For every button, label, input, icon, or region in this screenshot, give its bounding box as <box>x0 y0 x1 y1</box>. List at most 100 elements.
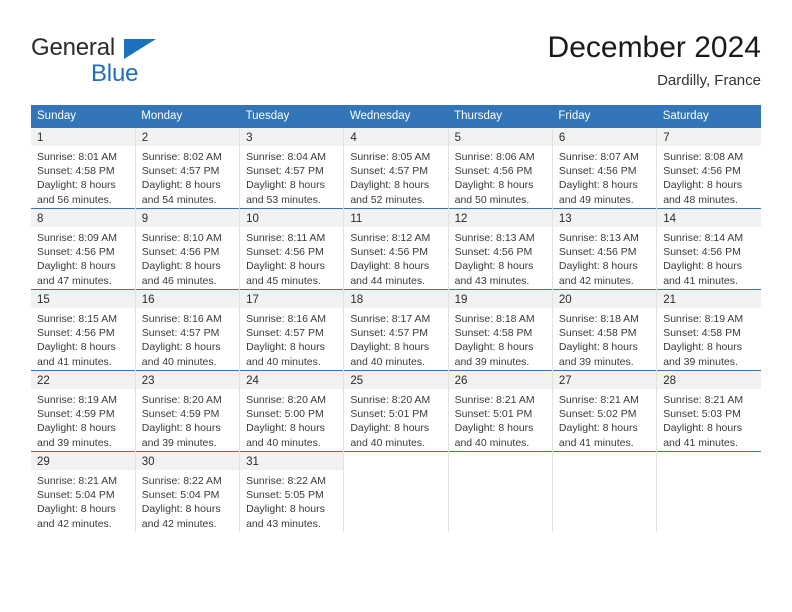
daylight-text-line2: and 45 minutes. <box>246 274 321 287</box>
daylight-text-line1: Daylight: 8 hours <box>454 179 534 192</box>
calendar-day-details: Sunrise: 8:06 AM Sunset: 4:56 PM Daylight:… <box>449 146 552 207</box>
calendar-day-number: 17 <box>240 290 344 308</box>
calendar-day-details: Sunrise: 8:13 AM Sunset: 4:56 PM Daylight:… <box>553 227 656 288</box>
brand-logo-top: General <box>31 34 261 62</box>
sunrise-text: Sunrise: 8:17 AM <box>350 313 431 325</box>
calendar-day-cell[interactable]: 17 Sunrise: 8:16 AM Sunset: 4:57 PM Dayligh… <box>239 289 344 371</box>
daylight-text-line2: and 46 minutes. <box>141 274 217 287</box>
calendar-day-cell[interactable]: 15 Sunrise: 8:15 AM Sunset: 4:56 PM Dayligh… <box>31 289 136 371</box>
daylight-text-line1: Daylight: 8 hours <box>350 422 430 435</box>
sunrise-text: Sunrise: 8:18 AM <box>558 313 639 325</box>
daylight-text-line1: Daylight: 8 hours <box>663 260 742 273</box>
calendar-day-cell[interactable]: 14 Sunrise: 8:14 AM Sunset: 4:56 PM Dayligh… <box>656 208 761 290</box>
calendar-day-number <box>449 452 552 470</box>
calendar-day-cell[interactable]: 25 Sunrise: 8:20 AM Sunset: 5:01 PM Dayligh… <box>343 370 449 452</box>
sunset-text: Sunset: 4:56 PM <box>37 327 115 340</box>
calendar-day-cell[interactable]: 20 Sunrise: 8:18 AM Sunset: 4:58 PM Dayligh… <box>551 289 657 371</box>
daylight-text-line2: and 40 minutes. <box>350 355 426 368</box>
calendar-day-cell[interactable]: 24 Sunrise: 8:20 AM Sunset: 5:00 PM Dayligh… <box>239 370 344 452</box>
sunrise-text: Sunrise: 8:02 AM <box>141 151 222 163</box>
weekday-header-sunday: Sunday <box>31 105 136 128</box>
calendar-day-details: Sunrise: 8:13 AM Sunset: 4:56 PM Daylight:… <box>449 227 552 288</box>
calendar-day-details: Sunrise: 8:12 AM Sunset: 4:56 PM Daylight:… <box>344 227 447 288</box>
calendar-day-details: Sunrise: 8:19 AM Sunset: 4:59 PM Daylight:… <box>31 389 135 450</box>
brand-word-general: General <box>31 34 115 61</box>
calendar-day-number: 2 <box>135 128 240 146</box>
calendar-day-number: 19 <box>448 290 552 308</box>
daylight-text-line1: Daylight: 8 hours <box>350 260 430 273</box>
calendar-day-details: Sunrise: 8:20 AM Sunset: 4:59 PM Daylight:… <box>136 389 239 450</box>
calendar-day-number: 15 <box>31 290 135 308</box>
sunrise-text: Sunrise: 8:14 AM <box>663 232 744 244</box>
sunset-text: Sunset: 4:59 PM <box>37 408 115 421</box>
calendar-day-cell[interactable]: 4 Sunrise: 8:05 AM Sunset: 4:57 PM Daylight… <box>343 127 449 209</box>
calendar-day-number: 28 <box>657 371 761 389</box>
calendar-day-cell[interactable]: 9 Sunrise: 8:10 AM Sunset: 4:56 PM Daylight… <box>134 208 240 290</box>
sunrise-text: Sunrise: 8:11 AM <box>246 232 326 244</box>
calendar-day-cell[interactable]: 28 Sunrise: 8:21 AM Sunset: 5:03 PM Dayligh… <box>656 370 761 452</box>
sunrise-text: Sunrise: 8:19 AM <box>663 313 744 325</box>
calendar-day-cell[interactable]: 31 Sunrise: 8:22 AM Sunset: 5:05 PM Dayligh… <box>239 451 344 532</box>
calendar-day-details: Sunrise: 8:21 AM Sunset: 5:04 PM Daylight:… <box>31 470 135 531</box>
calendar-day-cell[interactable]: 8 Sunrise: 8:09 AM Sunset: 4:56 PM Daylight… <box>31 208 136 290</box>
daylight-text-line1: Daylight: 8 hours <box>558 179 638 192</box>
calendar-day-details: Sunrise: 8:16 AM Sunset: 4:57 PM Daylight:… <box>240 308 343 369</box>
brand-logo[interactable]: General Blue <box>31 34 261 90</box>
calendar-day-details <box>553 470 656 474</box>
calendar-day-cell[interactable]: 19 Sunrise: 8:18 AM Sunset: 4:58 PM Dayligh… <box>447 289 553 371</box>
sunrise-text: Sunrise: 8:10 AM <box>141 232 222 244</box>
sunrise-text: Sunrise: 8:21 AM <box>558 394 639 406</box>
sunrise-text: Sunrise: 8:05 AM <box>350 151 431 163</box>
daylight-text-line2: and 40 minutes. <box>246 355 321 368</box>
weekday-header-monday: Monday <box>135 105 240 128</box>
calendar-day-number: 3 <box>240 128 344 146</box>
calendar-day-details: Sunrise: 8:04 AM Sunset: 4:57 PM Daylight:… <box>240 146 343 207</box>
calendar-day-details: Sunrise: 8:02 AM Sunset: 4:57 PM Daylight:… <box>136 146 239 207</box>
calendar-day-cell[interactable]: 6 Sunrise: 8:07 AM Sunset: 4:56 PM Daylight… <box>551 127 657 209</box>
sunrise-text: Sunrise: 8:21 AM <box>454 394 535 406</box>
weekday-header-tuesday: Tuesday <box>239 105 344 128</box>
calendar-day-cell[interactable]: 22 Sunrise: 8:19 AM Sunset: 4:59 PM Dayligh… <box>31 370 136 452</box>
sunset-text: Sunset: 5:04 PM <box>141 489 220 502</box>
calendar-day-cell[interactable]: 16 Sunrise: 8:16 AM Sunset: 4:57 PM Dayligh… <box>134 289 240 371</box>
sunset-text: Sunset: 4:56 PM <box>246 246 324 259</box>
sunrise-text: Sunrise: 8:20 AM <box>350 394 431 406</box>
calendar-day-cell[interactable]: 27 Sunrise: 8:21 AM Sunset: 5:02 PM Dayligh… <box>551 370 657 452</box>
calendar-day-cell[interactable]: 18 Sunrise: 8:17 AM Sunset: 4:57 PM Dayligh… <box>343 289 449 371</box>
calendar-day-cell[interactable]: 29 Sunrise: 8:21 AM Sunset: 5:04 PM Dayligh… <box>31 451 136 532</box>
calendar-day-cell[interactable]: 11 Sunrise: 8:12 AM Sunset: 4:56 PM Dayligh… <box>343 208 449 290</box>
calendar-day-cell[interactable]: 30 Sunrise: 8:22 AM Sunset: 5:04 PM Dayligh… <box>134 451 240 532</box>
calendar-day-cell[interactable]: 26 Sunrise: 8:21 AM Sunset: 5:01 PM Dayligh… <box>447 370 553 452</box>
sunrise-text: Sunrise: 8:13 AM <box>558 232 639 244</box>
calendar-day-details <box>657 470 761 474</box>
calendar-day-details: Sunrise: 8:18 AM Sunset: 4:58 PM Daylight:… <box>553 308 656 369</box>
calendar-day-details: Sunrise: 8:08 AM Sunset: 4:56 PM Daylight:… <box>657 146 761 207</box>
calendar-day-cell[interactable]: 2 Sunrise: 8:02 AM Sunset: 4:57 PM Daylight… <box>134 127 240 209</box>
calendar-day-cell[interactable]: 13 Sunrise: 8:13 AM Sunset: 4:56 PM Dayligh… <box>551 208 657 290</box>
page-subtitle-location: Dardilly, France <box>657 72 761 89</box>
calendar-day-number: 10 <box>240 209 344 227</box>
calendar-day-cell[interactable]: 12 Sunrise: 8:13 AM Sunset: 4:56 PM Dayligh… <box>447 208 553 290</box>
sunset-text: Sunset: 5:02 PM <box>558 408 637 421</box>
daylight-text-line2: and 40 minutes. <box>454 436 530 449</box>
calendar-day-number: 29 <box>31 452 135 470</box>
daylight-text-line1: Daylight: 8 hours <box>37 341 116 354</box>
calendar-day-cell[interactable]: 23 Sunrise: 8:20 AM Sunset: 4:59 PM Dayligh… <box>134 370 240 452</box>
calendar-day-cell-empty <box>447 451 553 532</box>
calendar-day-details: Sunrise: 8:01 AM Sunset: 4:58 PM Daylight:… <box>31 146 135 207</box>
daylight-text-line2: and 50 minutes. <box>454 193 530 206</box>
calendar-day-cell[interactable]: 7 Sunrise: 8:08 AM Sunset: 4:56 PM Daylight… <box>656 127 761 209</box>
calendar-day-number: 31 <box>240 452 344 470</box>
calendar-day-cell[interactable]: 1 Sunrise: 8:01 AM Sunset: 4:58 PM Daylight… <box>31 127 136 209</box>
calendar-day-cell[interactable]: 21 Sunrise: 8:19 AM Sunset: 4:58 PM Dayligh… <box>656 289 761 371</box>
sunset-text: Sunset: 5:00 PM <box>246 408 324 421</box>
calendar-day-cell[interactable]: 5 Sunrise: 8:06 AM Sunset: 4:56 PM Daylight… <box>447 127 553 209</box>
calendar-day-cell[interactable]: 10 Sunrise: 8:11 AM Sunset: 4:56 PM Dayligh… <box>239 208 344 290</box>
calendar-day-number <box>553 452 656 470</box>
calendar-week-row: 15 Sunrise: 8:15 AM Sunset: 4:56 PM Dayligh… <box>31 289 761 371</box>
brand-word-blue: Blue <box>91 60 139 87</box>
sunset-text: Sunset: 4:57 PM <box>350 165 428 178</box>
daylight-text-line2: and 54 minutes. <box>141 193 217 206</box>
calendar-day-cell[interactable]: 3 Sunrise: 8:04 AM Sunset: 4:57 PM Daylight… <box>239 127 344 209</box>
daylight-text-line2: and 49 minutes. <box>558 193 634 206</box>
